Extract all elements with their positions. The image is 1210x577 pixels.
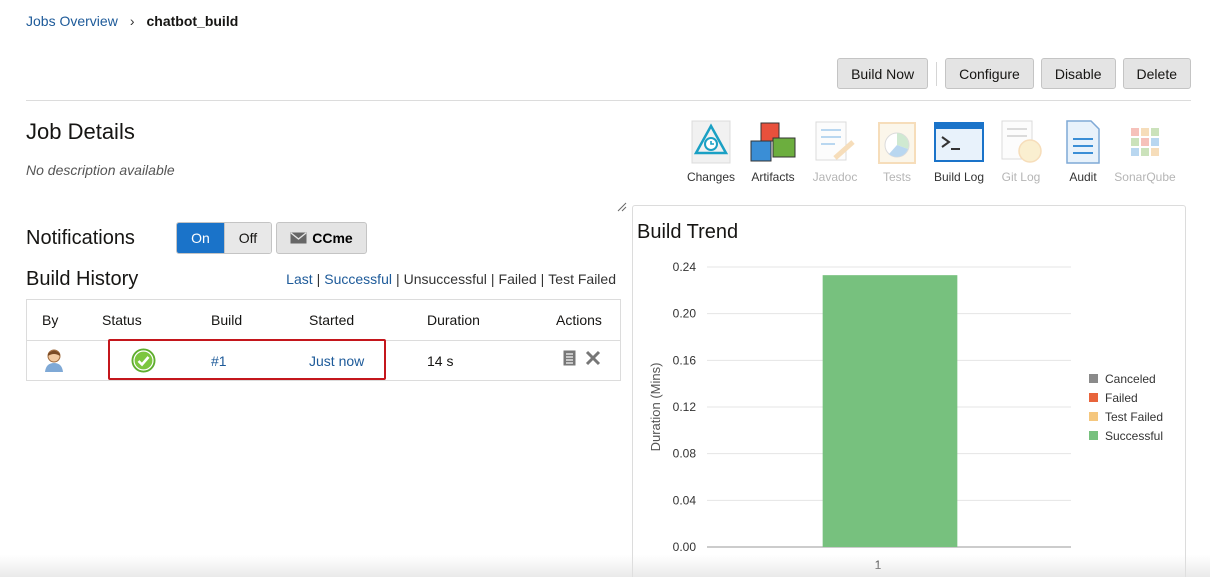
legend-swatch (1089, 374, 1098, 383)
ccme-button[interactable]: CCme (276, 222, 367, 254)
col-duration: Duration (427, 312, 480, 328)
tool-tests: Tests (866, 117, 928, 184)
col-started: Started (309, 312, 355, 328)
y-tick-label: 0.20 (673, 307, 697, 321)
tests-icon (872, 117, 922, 167)
tool-label: Git Log (1001, 170, 1041, 184)
sonarqube-icon (1120, 117, 1170, 167)
build-duration: 14 s (427, 353, 454, 369)
legend-label: Failed (1105, 391, 1138, 405)
notifications-toggle: On Off (176, 222, 272, 254)
tool-label: Audit (1069, 170, 1097, 184)
build-history-title: Build History (26, 268, 139, 290)
avatar (43, 348, 65, 375)
build-history-filters: Last | Successful | Unsuccessful | Failed | Test… (286, 271, 616, 287)
filter-successful-link[interactable]: Successful (324, 271, 392, 287)
col-actions: Actions (556, 312, 602, 328)
git-log-icon (996, 117, 1046, 167)
header-divider (26, 100, 1191, 101)
col-by: By (42, 312, 59, 328)
tool-build-log[interactable]: Build Log (928, 117, 990, 184)
legend-swatch (1089, 412, 1098, 421)
tool-label: SonarQube (1114, 170, 1176, 184)
tool-label: Artifacts (751, 170, 795, 184)
y-tick-label: 0.12 (673, 400, 697, 414)
job-tools: Changes Artifacts Javadoc Tests Build Lo… (680, 117, 1176, 184)
job-toolbar: Build Now Configure Disable Delete (837, 58, 1191, 89)
audit-icon (1058, 117, 1108, 167)
y-tick-label: 0.04 (673, 493, 697, 507)
tool-artifacts[interactable]: Artifacts (742, 117, 804, 184)
notifications-label: Notifications (26, 227, 135, 249)
filter-failed[interactable]: Failed (499, 271, 537, 287)
tool-javadoc: Javadoc (804, 117, 866, 184)
tool-sonarqube: SonarQube (1114, 117, 1176, 184)
tool-label: Javadoc (812, 170, 858, 184)
filter-unsuccessful[interactable]: Unsuccessful (404, 271, 487, 287)
legend-label: Canceled (1105, 372, 1156, 386)
x-tick-label: 1 (875, 558, 882, 572)
changes-icon (686, 117, 736, 167)
delete-build-icon[interactable] (585, 350, 601, 369)
toolbar-divider (936, 61, 938, 86)
breadcrumb-jobs-overview-link[interactable]: Jobs Overview (26, 13, 118, 29)
notifications-on-button[interactable]: On (177, 223, 224, 253)
tool-label: Build Log (933, 170, 985, 184)
legend-swatch (1089, 431, 1098, 440)
y-tick-label: 0.16 (673, 353, 697, 367)
y-tick-label: 0.00 (673, 540, 697, 554)
configure-button[interactable]: Configure (945, 58, 1034, 89)
delete-button[interactable]: Delete (1122, 58, 1191, 89)
highlight-box (108, 339, 386, 380)
col-build: Build (211, 312, 243, 328)
page-title: Job Details (26, 119, 135, 144)
tool-audit[interactable]: Audit (1052, 117, 1114, 184)
build-trend-panel: Build Trend 0.00 0.04 0.08 0.12 0.16 0.20 0.24… (632, 205, 1186, 577)
col-status: Status (102, 312, 142, 328)
y-tick-label: 0.08 (673, 447, 697, 461)
filter-last-link[interactable]: Last (286, 271, 312, 287)
legend-label: Test Failed (1105, 410, 1163, 424)
ccme-label: CCme (312, 230, 353, 246)
table-header: By Status Build Started Duration Actions (27, 300, 620, 341)
build-trend-chart: 0.00 0.04 0.08 0.12 0.16 0.20 0.24 1 Duration (M… (648, 260, 1163, 572)
breadcrumb: Jobs Overview › chatbot_build (26, 13, 238, 29)
notifications-off-button[interactable]: Off (224, 223, 271, 253)
build-now-button[interactable]: Build Now (837, 58, 929, 89)
javadoc-icon (810, 117, 860, 167)
legend-swatch (1089, 393, 1098, 402)
y-axis-label: Duration (Mins) (648, 363, 663, 452)
chart-bar (822, 275, 958, 547)
tool-label: Changes (686, 170, 736, 184)
artifacts-icon (748, 117, 798, 167)
filter-test-failed[interactable]: Test Failed (548, 271, 616, 287)
build-log-icon (934, 117, 984, 167)
chevron-right-icon: › (129, 13, 135, 29)
tool-changes[interactable]: Changes (680, 117, 742, 184)
breadcrumb-current: chatbot_build (146, 13, 239, 29)
disable-button[interactable]: Disable (1040, 58, 1116, 89)
tool-label: Tests (882, 170, 911, 184)
resize-handle-icon[interactable] (617, 202, 627, 212)
envelope-icon (290, 232, 307, 244)
job-description: No description available (26, 162, 175, 178)
y-tick-label: 0.24 (673, 260, 697, 274)
log-icon[interactable] (563, 350, 576, 369)
legend-label: Successful (1105, 429, 1163, 443)
tool-git-log: Git Log (990, 117, 1052, 184)
